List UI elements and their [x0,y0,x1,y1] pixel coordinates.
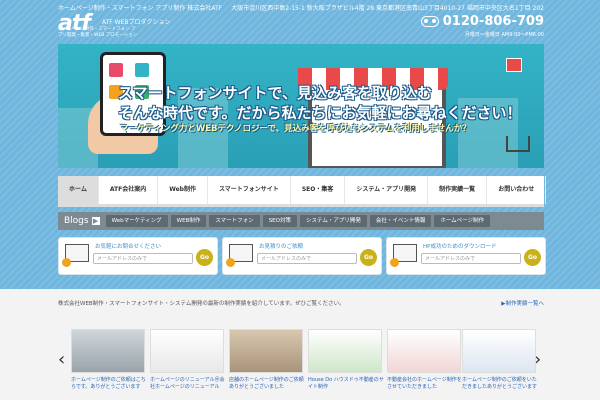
work-thumbnail[interactable] [308,329,382,373]
hero-banner[interactable]: スマートフォンサイトで、見込み客を取り込む そんな時代です。だから私たちにお気軽… [58,44,544,168]
nav-system[interactable]: システム・アプリ開発 [345,176,429,204]
email-input[interactable]: メールアドレスのみで [421,253,521,264]
check-icon [62,258,71,267]
go-button[interactable]: Go [196,249,213,266]
work-caption[interactable]: ホームページ制作のご依頼はこちらです。ありがとうございます [71,377,147,391]
mail-icon [62,244,89,267]
works-intro: 株式会社WEB制作・スマートフォンサイト・システム開発の最新の制作実績を紹介して… [58,301,345,307]
company-address: 大阪市淀川区西中島2-15-1 新大阪プラザビル4階 28 東京都港区南青山3丁… [231,5,544,12]
phone-number-text: 0120-806-709 [442,14,544,29]
nav-contact[interactable]: お問い合わせ [487,176,547,204]
blogs-link[interactable]: Blogs ▶ [58,216,106,226]
blog-tab[interactable]: WEB制作 [170,215,207,227]
form-title: お見積りのご依頼 [259,244,304,250]
site-header: ホームページ制作・スマートフォン アプリ制作 株式会社ATF atf ATF W… [58,0,544,42]
hero-subheadline: マーケティング力とWEBテクノロジーで、見込み客を呼び込むシステムを利用しません… [120,124,471,134]
main-nav: ホーム ATF会社案内 Web制作 スマートフォンサイト SEO・集客 システム… [58,176,547,207]
works-list-link[interactable]: ▶制作実績一覧へ [501,299,544,307]
site-tagline: ホームページ制作・スマートフォン アプリ開発・集客・WEB プロモーション [58,27,138,38]
work-thumbnail[interactable] [150,329,224,373]
email-input[interactable]: メールアドレスのみで [93,253,193,264]
blog-tab[interactable]: ホームページ制作 [434,215,491,227]
estimate-form-box: お見積りのご依頼 メールアドレスのみで Go [222,237,382,275]
check-icon [390,258,399,267]
work-caption[interactable]: House Do ハウスドゥ不動産のサイト制作 [308,377,384,391]
carousel-prev-icon[interactable]: ‹ [58,351,65,369]
email-input[interactable]: メールアドレスのみで [257,253,357,264]
download-icon [390,244,417,267]
business-hours: 月曜日〜金曜日 AM9:00〜PM6:00 [464,32,544,38]
nav-web[interactable]: Web制作 [158,176,208,204]
blog-tab[interactable]: SEO対策 [262,215,297,227]
work-caption[interactable]: 店舗のホームページ制作のご依頼ありがとうございました [229,377,305,391]
blog-tab[interactable]: 会社・イベント情報 [369,215,432,227]
phone-number[interactable]: 0120-806-709 [420,14,544,29]
check-icon [226,258,235,267]
nav-seo[interactable]: SEO・集客 [291,176,346,204]
form-title: お気軽にお問合せください [95,244,162,250]
arrow-right-icon: ▶ [91,217,100,225]
contact-form-box: お気軽にお問合せください メールアドレスのみで Go [58,237,218,275]
gift-icon [506,58,522,72]
hero-headline: スマートフォンサイトで、見込み客を取り込む [118,84,432,102]
mail-icon [226,244,253,267]
work-thumbnail[interactable] [71,329,145,373]
nav-works[interactable]: 制作実績一覧 [428,176,488,204]
hero-headline-2: そんな時代です。だから私たちにお気軽にお尋ねください！ [118,104,522,122]
blog-tab[interactable]: Webマーケティング [105,215,168,227]
go-button[interactable]: Go [524,249,541,266]
work-caption[interactable]: ホームページ制作のご依頼をいただきましたありがとうございます [462,377,538,391]
work-thumbnail[interactable] [387,329,461,373]
nav-smartphone[interactable]: スマートフォンサイト [208,176,291,204]
app-icon [135,63,149,77]
app-icon [109,63,123,77]
work-caption[interactable]: 不動産会社のホームページ制作をさせていただきました [387,377,463,391]
blog-tab[interactable]: システム・アプリ開発 [299,215,367,227]
free-dial-icon [420,16,439,27]
download-form-box: HP成功のためのダウンロード メールアドレスのみで Go [386,237,546,275]
blogs-label: Blogs [64,216,89,226]
work-thumbnail[interactable] [462,329,536,373]
work-thumbnail[interactable] [229,329,303,373]
go-button[interactable]: Go [360,249,377,266]
cart-icon [506,136,530,152]
form-title: HP成功のためのダウンロード [423,244,497,250]
nav-company[interactable]: ATF会社案内 [99,176,159,204]
blog-tab[interactable]: スマートフォン [209,215,260,227]
logo-subtitle: ATF WEBプロダクション [102,19,171,26]
works-section: 株式会社WEB制作・スマートフォンサイト・システム開発の最新の制作実績を紹介して… [0,289,600,400]
blogs-bar: Blogs ▶ Webマーケティング WEB制作 スマートフォン SEO対策 シ… [58,212,544,230]
nav-home[interactable]: ホーム [58,176,99,204]
work-caption[interactable]: ホームページのリニューアル＠会社ホームページのリニューアル [150,377,226,391]
